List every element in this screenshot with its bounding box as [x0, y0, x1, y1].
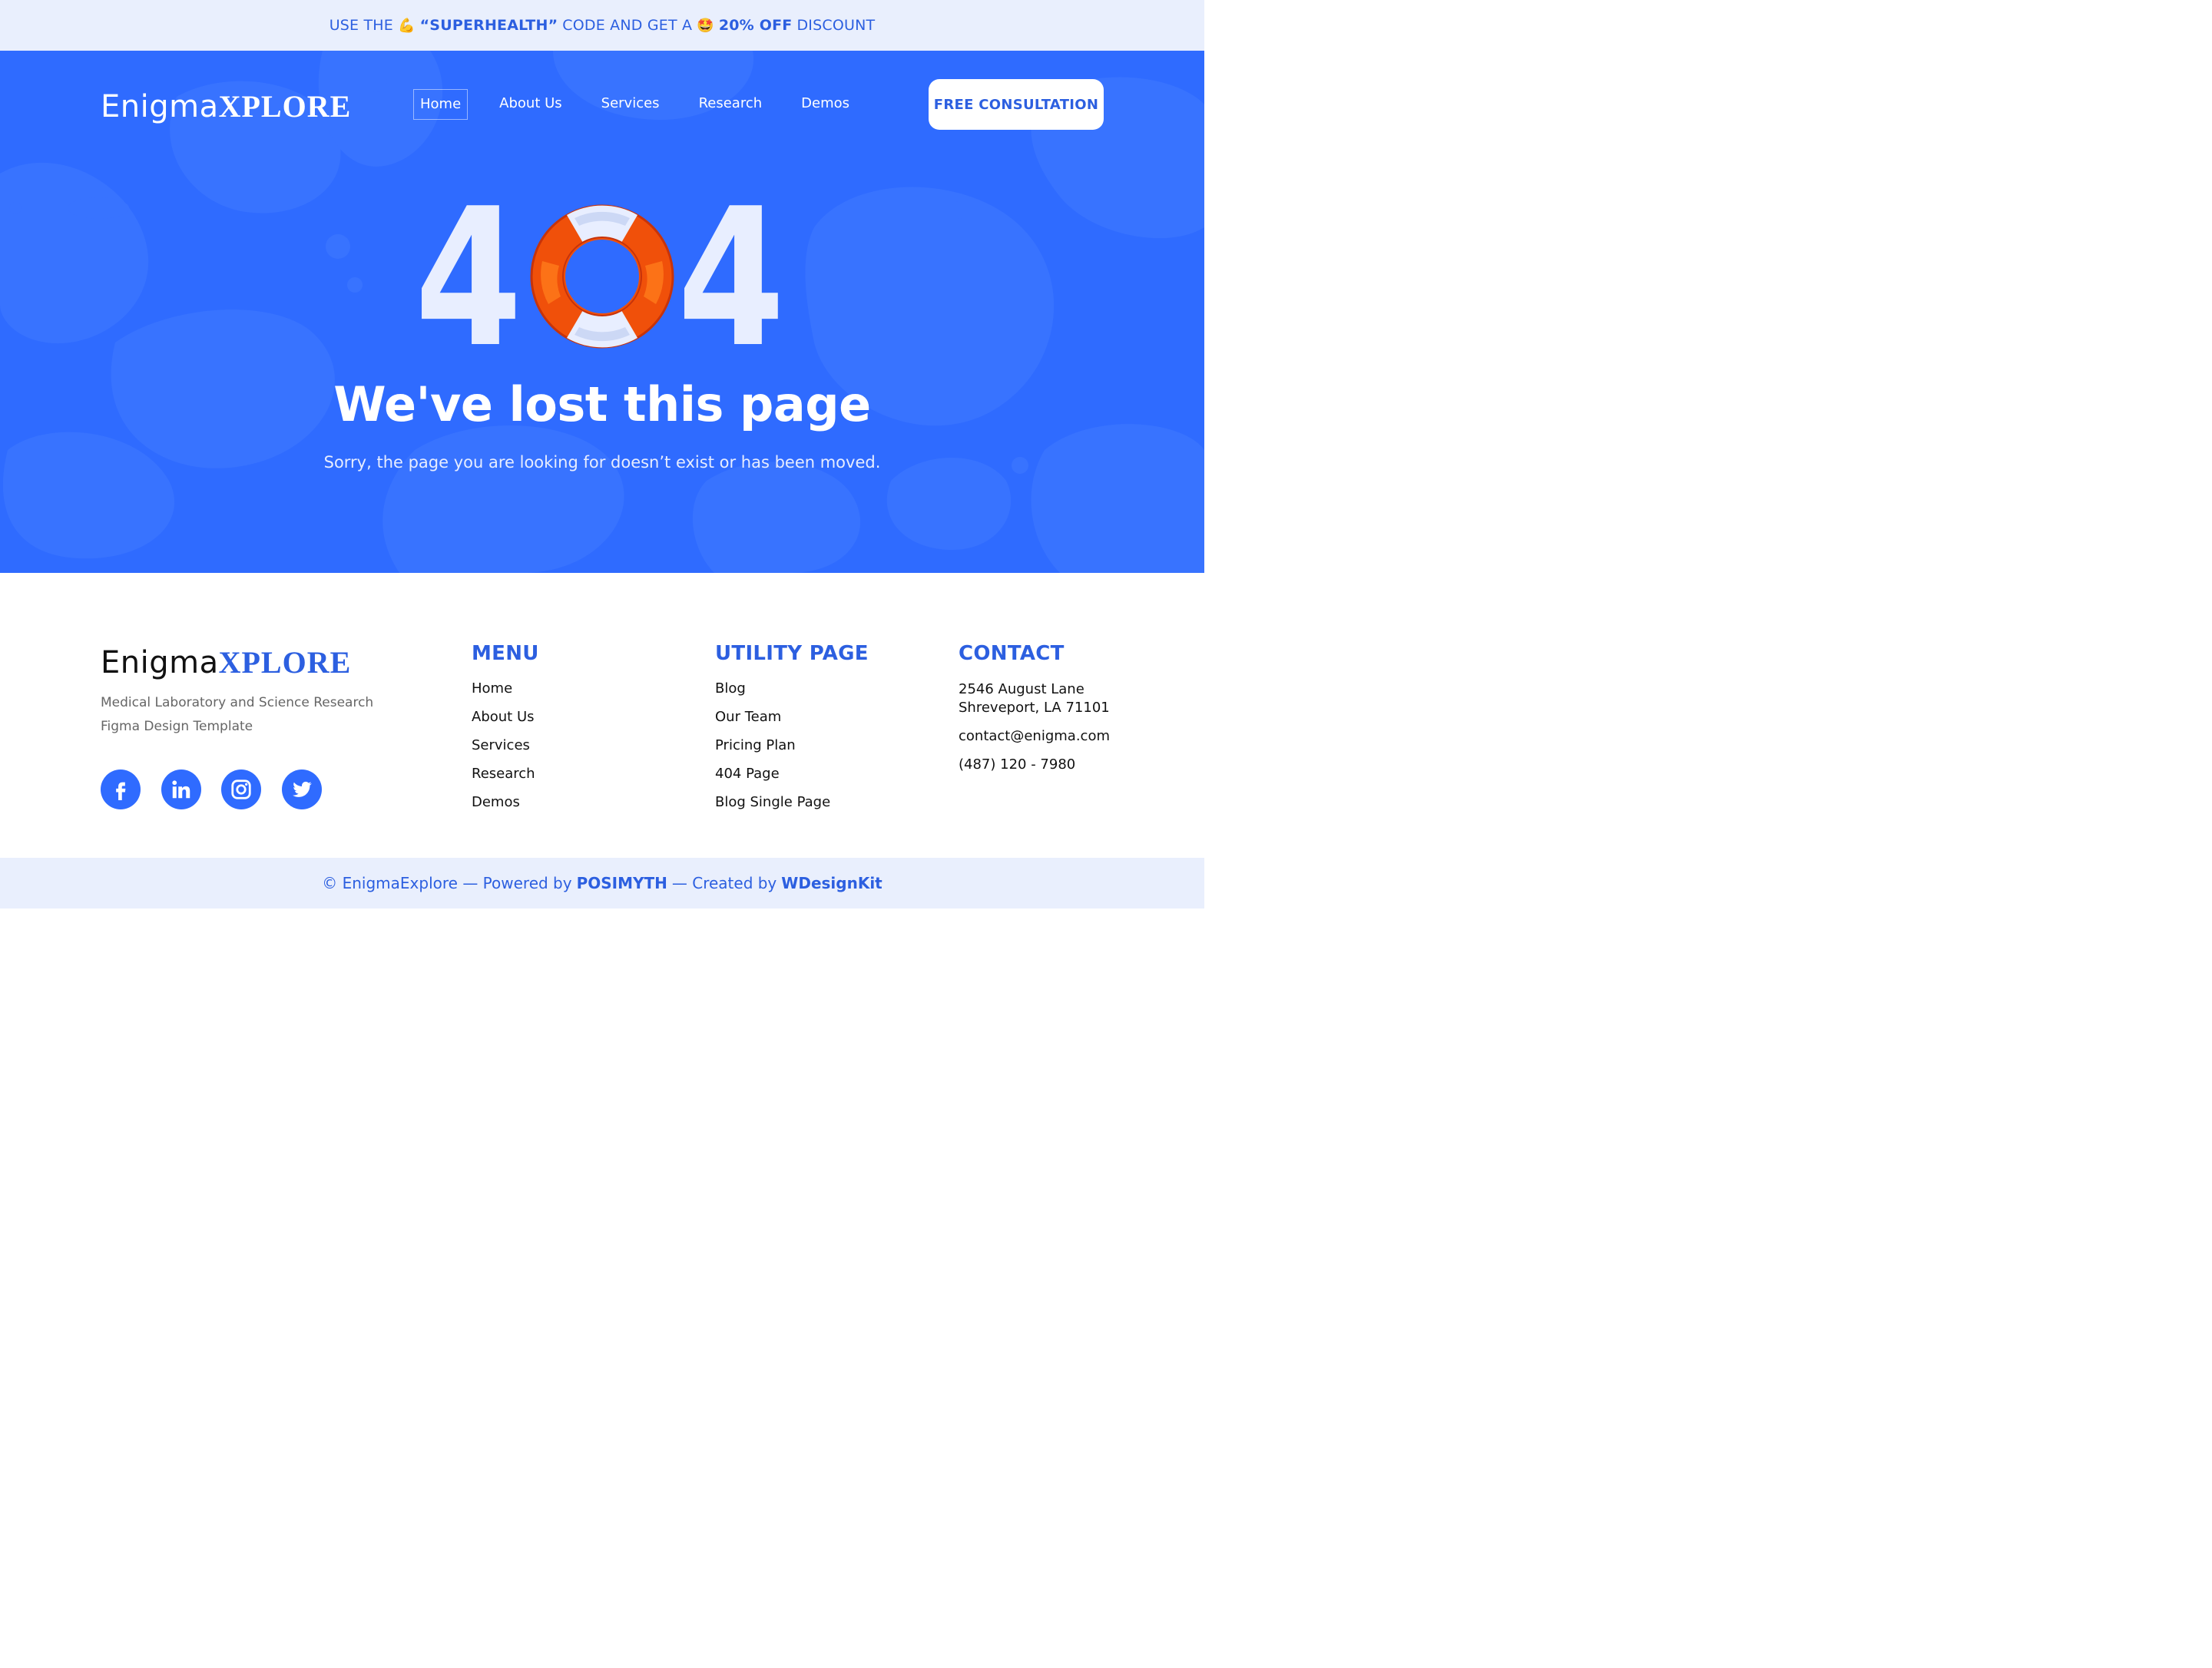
- footer-utility-column: UTILITY PAGE Blog Our Team Pricing Plan …: [715, 642, 869, 822]
- footer-contact-column: CONTACT 2546 August Lane Shreveport, LA …: [959, 642, 1110, 784]
- footer-contact-title: CONTACT: [959, 642, 1065, 665]
- nav-item-about-us[interactable]: About Us: [499, 89, 562, 120]
- star-struck-icon: 🤩: [697, 17, 714, 34]
- facebook-icon[interactable]: [101, 769, 141, 809]
- instagram-icon[interactable]: [221, 769, 261, 809]
- header-logo[interactable]: EnigmaXPLORE: [101, 88, 351, 124]
- social-links: [101, 769, 342, 809]
- footer-menu-item-home[interactable]: Home: [472, 680, 539, 709]
- posimyth-link[interactable]: POSIMYTH: [577, 874, 667, 892]
- footer-utility-item-blog[interactable]: Blog: [715, 680, 869, 709]
- footer-utility-item-pricing-plan[interactable]: Pricing Plan: [715, 737, 869, 766]
- footer: EnigmaXPLORE Medical Laboratory and Scie…: [0, 573, 1204, 858]
- free-consultation-button[interactable]: FREE CONSULTATION: [929, 79, 1104, 130]
- logo-text-xplore: XPLORE: [218, 645, 352, 680]
- promo-code: “SUPERHEALTH”: [419, 17, 558, 34]
- lifebuoy-icon: [530, 204, 674, 349]
- contact-email[interactable]: contact@enigma.com: [959, 727, 1110, 746]
- nav-item-services[interactable]: Services: [601, 89, 660, 120]
- flexed-biceps-icon: 💪: [398, 17, 416, 34]
- footer-menu-item-about-us[interactable]: About Us: [472, 709, 539, 737]
- copyright-bar: © EnigmaExplore — Powered by POSIMYTH — …: [0, 858, 1204, 908]
- footer-menu-column: MENU Home About Us Services Research Dem…: [472, 642, 539, 822]
- address-line-1: 2546 August Lane: [959, 681, 1084, 697]
- footer-utility-item-our-team[interactable]: Our Team: [715, 709, 869, 737]
- error-404-graphic: 4 4: [415, 201, 785, 355]
- digit-four-right: 4: [677, 201, 785, 355]
- footer-utility-item-404-page[interactable]: 404 Page: [715, 766, 869, 794]
- address-line-2: Shreveport, LA 71101: [959, 700, 1110, 716]
- promo-bar: USE THE 💪 “SUPERHEALTH” CODE AND GET A 🤩…: [0, 0, 1204, 51]
- contact-address: 2546 August Lane Shreveport, LA 71101: [959, 680, 1110, 717]
- footer-menu-item-research[interactable]: Research: [472, 766, 539, 794]
- promo-prefix: USE THE: [329, 17, 393, 34]
- logo-text-xplore: XPLORE: [218, 89, 352, 124]
- logo-text-enigma: Enigma: [101, 645, 219, 680]
- nav-item-research[interactable]: Research: [699, 89, 763, 120]
- hero-section: EnigmaXPLORE Home About Us Services Rese…: [0, 51, 1204, 573]
- footer-tagline: Medical Laboratory and Science Research …: [101, 695, 374, 734]
- logo-text-enigma: Enigma: [101, 89, 219, 124]
- promo-middle: CODE AND GET A: [562, 17, 693, 34]
- contact-phone[interactable]: (487) 120 - 7980: [959, 756, 1110, 774]
- copyright-prefix: © EnigmaExplore — Powered by: [322, 874, 572, 892]
- promo-suffix: DISCOUNT: [796, 17, 876, 34]
- promo-discount: 20% OFF: [718, 17, 793, 34]
- footer-menu-item-services[interactable]: Services: [472, 737, 539, 766]
- nav-item-home[interactable]: Home: [413, 89, 469, 120]
- footer-logo[interactable]: EnigmaXPLORE: [101, 644, 351, 680]
- footer-menu-item-demos[interactable]: Demos: [472, 794, 539, 822]
- page-subtitle: Sorry, the page you are looking for does…: [323, 453, 881, 472]
- copyright-middle: — Created by: [671, 874, 777, 892]
- wdesignkit-link[interactable]: WDesignKit: [781, 874, 882, 892]
- footer-utility-item-blog-single[interactable]: Blog Single Page: [715, 794, 869, 822]
- main-nav: Home About Us Services Research Demos: [413, 89, 849, 120]
- footer-utility-title: UTILITY PAGE: [715, 642, 869, 665]
- twitter-icon[interactable]: [281, 769, 322, 809]
- linkedin-icon[interactable]: [161, 769, 201, 809]
- digit-four-left: 4: [415, 201, 522, 355]
- page-title: We've lost this page: [333, 376, 871, 432]
- footer-menu-title: MENU: [472, 642, 539, 665]
- nav-item-demos[interactable]: Demos: [801, 89, 849, 120]
